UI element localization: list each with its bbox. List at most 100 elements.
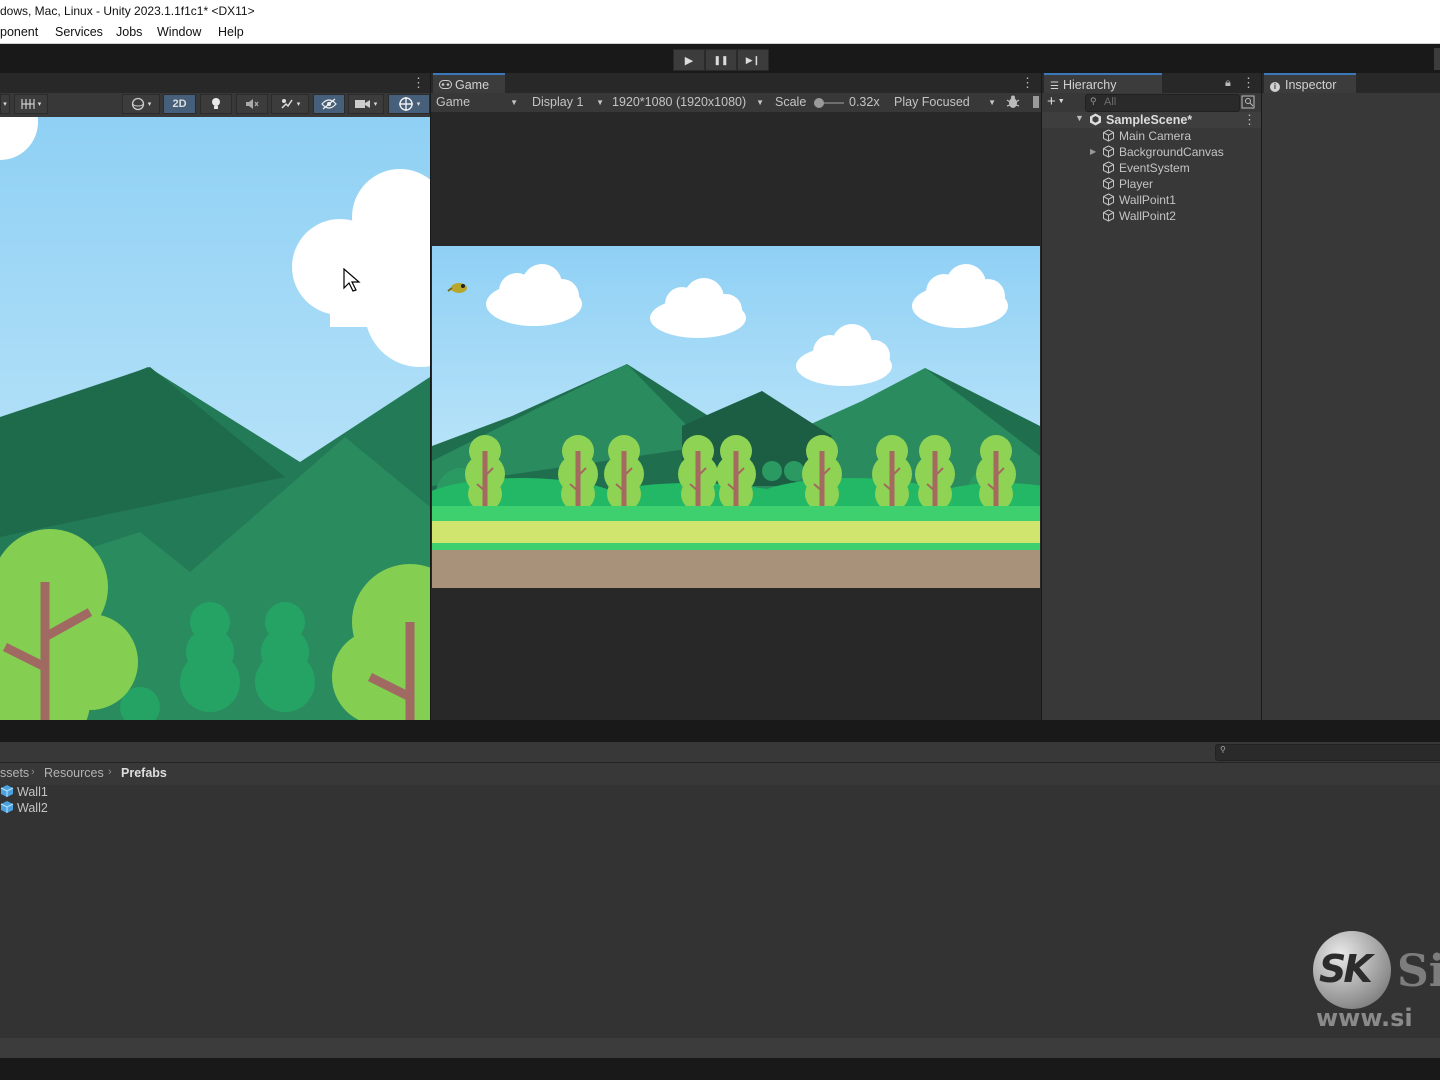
effects-toggle[interactable]: ▾ [271, 94, 309, 114]
list-icon: ☰ [1050, 81, 1059, 92]
expand-arrow-icon[interactable]: ▶ [1090, 147, 1096, 156]
step-button[interactable]: ▶❙ [737, 49, 769, 71]
tab-inspector-label: Inspector [1285, 78, 1337, 92]
chevron-down-icon: ▼ [510, 98, 518, 107]
scale-slider-thumb[interactable] [814, 98, 825, 108]
chevron-right-icon: › [31, 766, 35, 778]
scene-menu-icon[interactable]: ⋮ [1243, 113, 1256, 127]
hierarchy-item-label: BackgroundCanvas [1119, 145, 1224, 159]
hierarchy-search-input[interactable]: ⚲ All [1085, 94, 1240, 112]
resolution-dropdown-value: 1920*1080 (1920x1080) [612, 95, 747, 109]
game-tab-menu-icon[interactable]: ⋮ [1021, 76, 1034, 90]
info-icon: i [1270, 82, 1280, 92]
play-mode-dropdown[interactable]: Play Focused ▼ [894, 93, 998, 112]
grid-icon [21, 99, 35, 109]
search-by-type-button[interactable] [1241, 95, 1255, 109]
hierarchy-item[interactable]: EventSystem [1102, 160, 1190, 176]
sphere-icon [131, 97, 144, 111]
chevron-down-icon: ▼ [1057, 98, 1065, 105]
hierarchy-item[interactable]: WallPoint1 [1102, 192, 1176, 208]
play-icon: ▶ [684, 54, 694, 67]
hierarchy-item-label: WallPoint1 [1119, 193, 1176, 207]
menu-jobs[interactable]: Jobs [116, 22, 142, 43]
scene-view-canvas[interactable] [0, 117, 430, 720]
scene-visibility-toggle[interactable] [313, 94, 345, 114]
game-tabbar [431, 73, 1041, 93]
grid-snap-button[interactable]: ▾ [14, 94, 48, 114]
audio-toggle[interactable] [236, 94, 268, 114]
step-icon: ▶❙ [745, 54, 761, 65]
lighting-toggle[interactable] [200, 94, 232, 114]
game-render[interactable] [432, 246, 1040, 588]
search-icon: ⚲ [1220, 745, 1226, 754]
hierarchy-menu-icon[interactable]: ⋮ [1242, 76, 1255, 90]
toggle-2d-label: 2D [172, 98, 187, 110]
eye-hidden-icon [321, 98, 337, 110]
toolbar-edge-button[interactable] [1434, 48, 1440, 70]
gizmos-button[interactable]: ▾ [388, 94, 430, 114]
hierarchy-item-label: Player [1119, 177, 1154, 191]
expand-arrow-icon[interactable]: ▼ [1075, 113, 1084, 123]
hierarchy-item[interactable]: Main Camera [1102, 128, 1191, 144]
chevron-right-icon: › [108, 766, 112, 778]
gameobject-cube-icon [1103, 193, 1114, 206]
resolution-dropdown[interactable]: 1920*1080 (1920x1080) ▼ [612, 93, 766, 112]
game-artwork [432, 246, 1040, 588]
hierarchy-item[interactable]: Player [1102, 176, 1153, 192]
play-button[interactable]: ▶ [673, 49, 705, 71]
scene-dropdown-left[interactable]: ▾ [0, 94, 10, 114]
project-file-item[interactable]: Wall1 [0, 784, 48, 800]
breadcrumb-assets[interactable]: ssets [0, 766, 29, 780]
tab-hierarchy-label: Hierarchy [1062, 78, 1117, 92]
pause-icon: ❚❚ [713, 54, 729, 65]
gameobject-cube-icon [1103, 145, 1114, 158]
menu-window[interactable]: Window [157, 22, 201, 43]
menu-help[interactable]: Help [218, 22, 244, 43]
breadcrumb-prefabs[interactable]: Prefabs [121, 766, 167, 780]
project-file-label: Wall1 [17, 785, 48, 799]
effects-icon [281, 99, 293, 109]
camera-settings-button[interactable]: ▾ [348, 94, 384, 114]
project-footer [0, 1038, 1440, 1058]
gamepad-icon [439, 80, 452, 89]
toggle-2d-button[interactable]: 2D [163, 94, 196, 114]
shading-mode-button[interactable]: ▾ [122, 94, 160, 114]
tab-inspector[interactable]: i Inspector [1264, 73, 1356, 93]
display-dropdown[interactable]: Display 1 ▼ [532, 93, 606, 112]
watermark-text: Si [1397, 946, 1440, 997]
panel-splitter[interactable] [0, 720, 1440, 742]
audio-mute-toggle[interactable] [1033, 96, 1039, 108]
menu-services[interactable]: Services [55, 22, 103, 43]
game-view-dropdown-value: Game [436, 95, 471, 109]
project-search-input[interactable]: ⚲ [1215, 744, 1440, 761]
watermark-logo: SK [1313, 931, 1391, 1009]
lock-icon[interactable]: 🔒︎ [1225, 76, 1231, 90]
tab-hierarchy[interactable]: ☰ Hierarchy [1044, 73, 1162, 93]
play-mode-dropdown-value: Play Focused [894, 95, 970, 109]
scene-name: SampleScene* [1106, 113, 1193, 127]
hierarchy-item[interactable]: BackgroundCanvas [1102, 144, 1224, 160]
tab-game-label: Game [455, 78, 490, 92]
lightbulb-icon [212, 98, 220, 109]
frame-debugger-button[interactable] [1005, 94, 1021, 113]
scene-tab-menu-icon[interactable]: ⋮ [412, 76, 425, 90]
chevron-down-icon: ▼ [756, 98, 764, 107]
plus-icon: + [1047, 93, 1056, 110]
hierarchy-item[interactable]: WallPoint2 [1102, 208, 1176, 224]
gameobject-cube-icon [1103, 209, 1114, 222]
tab-game[interactable]: Game [433, 73, 505, 93]
add-object-button[interactable]: + ▼ [1047, 94, 1075, 110]
project-file-item[interactable]: Wall2 [0, 800, 48, 816]
gizmo-icon [398, 97, 413, 111]
pause-button[interactable]: ❚❚ [705, 49, 737, 71]
breadcrumb-resources[interactable]: Resources [44, 766, 104, 780]
scale-label: Scale [775, 95, 807, 109]
prefab-icon [0, 785, 14, 797]
game-view-dropdown[interactable]: Game ▼ [436, 93, 520, 112]
menu-component[interactable]: ponent [0, 22, 38, 43]
hierarchy-item-label: EventSystem [1119, 161, 1190, 175]
camera-icon [354, 100, 370, 108]
scale-slider[interactable] [814, 98, 844, 108]
search-filter-icon [1241, 95, 1255, 109]
project-file-label: Wall2 [17, 801, 48, 815]
